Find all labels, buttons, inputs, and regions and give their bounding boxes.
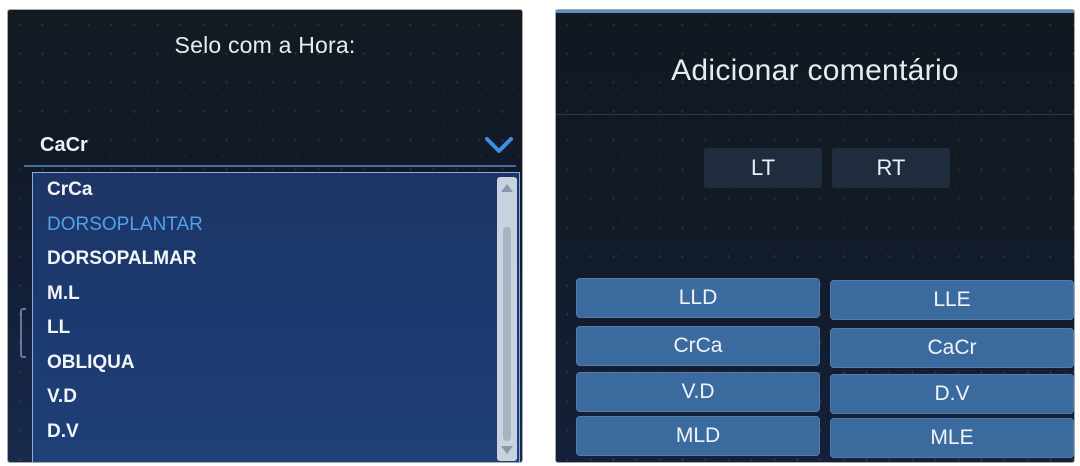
option-obliqua[interactable]: OBLIQUA [33,346,495,381]
lld-button[interactable]: LLD [576,278,820,318]
title-divider [556,114,1074,115]
option-dorsoplantar[interactable]: DORSOPLANTAR [33,208,495,243]
scrollbar-thumb[interactable] [503,227,511,441]
left-edge-marker [20,308,26,358]
cacr-button[interactable]: CaCr [830,328,1074,368]
scroll-up-icon[interactable] [497,179,517,197]
lle-button[interactable]: LLE [830,280,1074,320]
top-accent-bar [556,10,1074,13]
combo-underline [24,165,516,167]
add-comment-panel: Adicionar comentário LT RT LLD LLE CrCa … [556,10,1074,462]
vd-button[interactable]: V.D [576,372,820,412]
crca-button[interactable]: CrCa [576,326,820,366]
option-crca[interactable]: CrCa [33,173,495,208]
combo-selected-value: CaCr [40,134,88,156]
panel-title: Selo com a Hora: [174,32,356,58]
panel-title: Adicionar comentário [671,54,959,87]
dropdown-options: CrCa DORSOPLANTAR DORSOPALMAR M.L LL OBL… [33,173,495,462]
label-combo-box[interactable]: CaCr [38,130,518,166]
dv-button[interactable]: D.V [830,374,1074,414]
scroll-down-icon[interactable] [497,441,517,459]
option-dv[interactable]: D.V [33,415,495,450]
rt-button[interactable]: RT [832,148,950,188]
option-ll[interactable]: LL [33,311,495,346]
dropdown-list[interactable]: CrCa DORSOPLANTAR DORSOPALMAR M.L LL OBL… [32,172,520,462]
option-vd[interactable]: V.D [33,380,495,415]
mld-button[interactable]: MLD [576,416,820,456]
dropdown-scrollbar[interactable] [497,177,517,461]
chevron-down-icon[interactable] [484,130,514,160]
lt-button[interactable]: LT [704,148,822,188]
mle-button[interactable]: MLE [830,418,1074,458]
option-dorsopalmar[interactable]: DORSOPALMAR [33,242,495,277]
timestamp-label-panel: Selo com a Hora: CaCr CrCa DORSOPLANTAR … [8,10,522,462]
option-ml[interactable]: M.L [33,277,495,312]
